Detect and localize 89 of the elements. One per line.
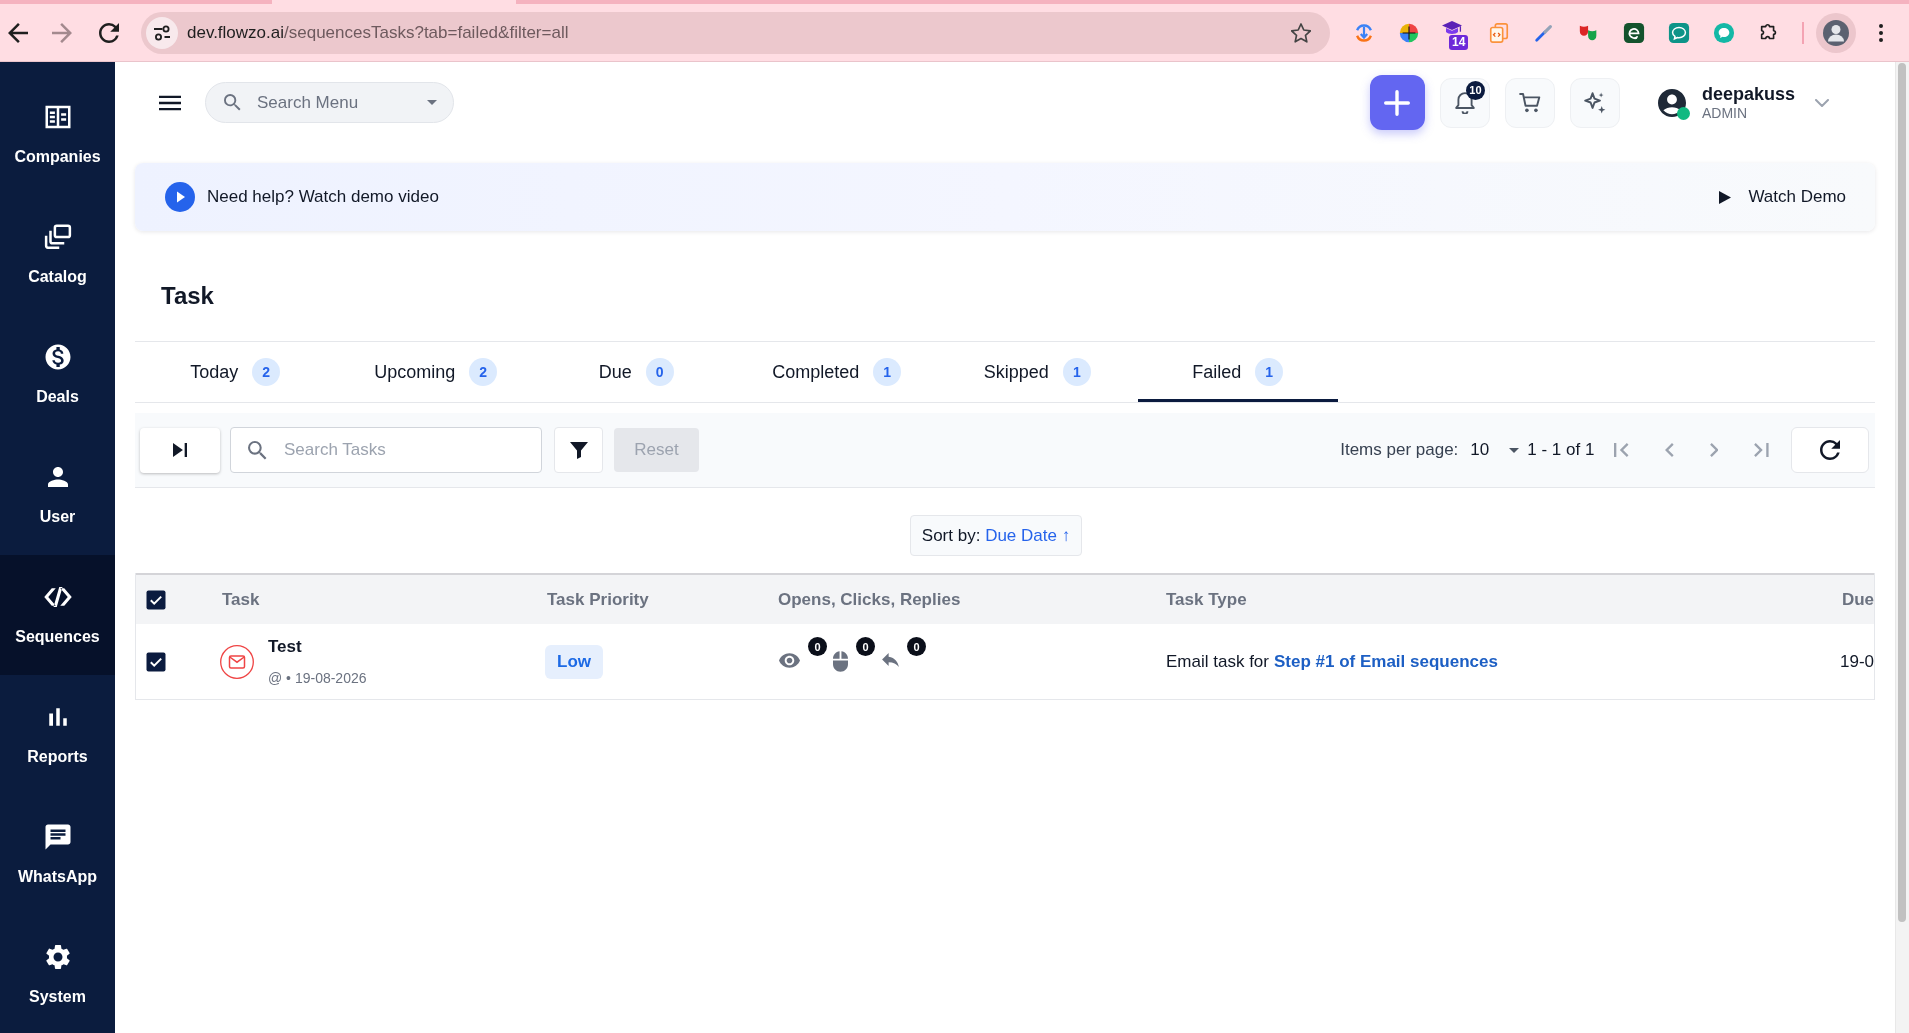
refresh-icon (1820, 440, 1840, 460)
extension-badge: 14 (1449, 34, 1469, 50)
tab-count: 2 (469, 358, 498, 386)
help-text: Need help? Watch demo video (207, 187, 439, 207)
envelope-icon (220, 644, 254, 679)
task-title: Test (268, 636, 303, 658)
cart-button[interactable] (1504, 77, 1555, 128)
url-text: dev.flowzo.ai/sequencesTasks?tab=failed&filter=all (187, 22, 569, 43)
sidebar-item[interactable]: WhatsApp (0, 795, 115, 915)
caret-down-icon (1509, 447, 1520, 453)
reply-icon (882, 653, 899, 667)
plus-icon (1384, 89, 1411, 116)
checkbox[interactable] (146, 589, 166, 610)
skip-next-icon (173, 443, 187, 457)
star-icon[interactable] (1291, 22, 1311, 43)
color-wheel-icon[interactable] (1398, 21, 1420, 44)
play-circle-icon[interactable] (165, 182, 195, 212)
priority-badge: Low (545, 644, 603, 679)
user-name: deepakuss (1701, 83, 1795, 105)
tab[interactable]: Today 2 (135, 342, 336, 402)
caret-down-icon (427, 100, 437, 105)
tab[interactable]: Due 0 (536, 342, 737, 402)
site-info-icon[interactable] (146, 16, 178, 49)
sidebar-item[interactable]: System (0, 915, 115, 1033)
tab[interactable]: Upcoming 2 (335, 342, 536, 402)
tab-count: 0 (645, 358, 674, 386)
sparkles-icon (1583, 91, 1606, 114)
page-range: 1 - 1 of 1 (1527, 440, 1595, 460)
ai-button[interactable] (1569, 77, 1620, 128)
skip-button[interactable] (140, 427, 220, 473)
sort-button[interactable]: Sort by: Due Date ↑ (909, 515, 1083, 556)
avatar-icon[interactable] (1816, 12, 1856, 53)
replies-count: 0 (907, 637, 926, 656)
notification-count: 10 (1465, 80, 1485, 100)
user-role: ADMIN (1701, 104, 1749, 122)
sequence-step-link[interactable]: Step #1 of Email sequences (1274, 651, 1498, 672)
column-header: Opens, Clicks, Replies (778, 588, 962, 611)
more-vertical-icon[interactable] (1878, 22, 1884, 43)
mouse-icon (833, 651, 848, 672)
items-per-page-label: Items per page: (1340, 440, 1459, 460)
cart-icon (1518, 91, 1541, 114)
task-meta: @ • 19-08-2026 (268, 669, 367, 687)
checkbox[interactable] (146, 651, 166, 672)
eye-icon (779, 653, 800, 668)
opens-count: 0 (808, 637, 827, 656)
tab-count: 1 (873, 358, 902, 386)
menu-icon[interactable] (159, 93, 181, 112)
account-icon[interactable] (1657, 88, 1686, 117)
sidebar-item[interactable]: User (0, 435, 115, 555)
sidebar-item[interactable]: Reports (0, 675, 115, 795)
items-per-page-select[interactable]: 10 (1470, 440, 1520, 460)
graduation-cap-icon[interactable] (1442, 20, 1462, 34)
tab-count: 1 (1255, 358, 1284, 386)
task-type-text: Email task for (1166, 651, 1269, 672)
tab-count: 1 (1062, 358, 1091, 386)
tab[interactable]: Skipped 1 (937, 342, 1138, 402)
due-date: 19-0 (1839, 651, 1874, 672)
page-title: Task (160, 281, 215, 311)
address-bar[interactable]: dev.flowzo.ai/sequencesTasks?tab=failed&filter=all (141, 11, 1330, 54)
add-button[interactable] (1369, 75, 1425, 130)
sidebar-item[interactable]: Sequences (0, 555, 115, 675)
tab[interactable]: Failed 1 (1137, 342, 1338, 402)
swirl-tile-icon[interactable] (1623, 21, 1645, 44)
scrollbar-thumb[interactable] (1898, 63, 1906, 922)
sidebar-item[interactable]: Catalog (0, 195, 115, 315)
search-icon (248, 440, 267, 460)
play-icon (1719, 190, 1732, 204)
notifications-button[interactable]: 10 (1439, 77, 1490, 128)
scrollbar[interactable] (1895, 62, 1909, 1033)
sidebar-item[interactable]: Companies (0, 75, 115, 195)
clicks-count: 0 (856, 637, 875, 656)
stacked-squares-icon (42, 222, 73, 252)
filter-button[interactable] (554, 427, 603, 473)
column-header: Due (1841, 588, 1874, 611)
column-header: Task Priority (547, 588, 650, 611)
refresh-button[interactable] (1791, 427, 1869, 473)
watch-demo-link[interactable]: Watch Demo (1719, 187, 1846, 207)
reload-icon[interactable] (99, 22, 119, 43)
back-icon[interactable] (8, 22, 28, 43)
tab[interactable]: Completed 1 (736, 342, 937, 402)
tab-count: 2 (252, 358, 281, 386)
search-menu-field[interactable]: Search Menu (205, 82, 454, 123)
column-header: Task Type (1166, 588, 1248, 611)
sidebar-item[interactable]: Deals (0, 315, 115, 435)
funnel-icon (569, 441, 588, 459)
chat-tile-icon[interactable] (1668, 21, 1690, 44)
search-icon (224, 94, 241, 111)
column-header: Task (222, 588, 261, 611)
circle-arrow-icon[interactable] (1353, 21, 1375, 44)
